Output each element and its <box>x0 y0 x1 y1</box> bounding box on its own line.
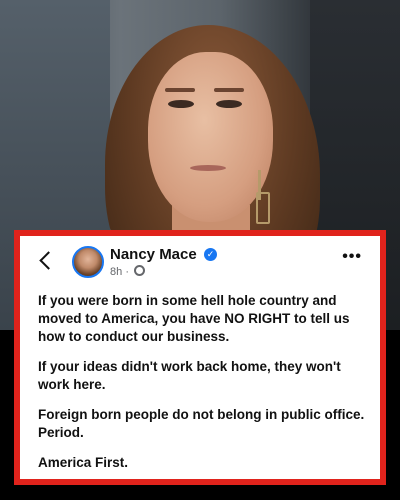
post-card: Nancy Mace ✓ 8h · ••• If you were born i… <box>14 230 386 485</box>
post-paragraph: America First. <box>38 455 129 470</box>
cross-earring-icon <box>256 192 270 224</box>
post-paragraph: Foreign born people do not belong in pub… <box>38 407 365 440</box>
photo-mouth <box>190 165 226 171</box>
photo-face <box>148 52 273 222</box>
more-options-icon[interactable]: ••• <box>342 248 362 266</box>
photo-brow-right <box>214 88 244 92</box>
post-time[interactable]: 8h <box>110 266 122 278</box>
verified-badge-icon: ✓ <box>204 248 217 261</box>
photo-eye-right <box>216 100 242 108</box>
post-body: If you were born in some hell hole count… <box>38 292 366 484</box>
public-audience-icon[interactable] <box>134 265 146 276</box>
post-header: Nancy Mace ✓ 8h · ••• <box>20 236 380 282</box>
author-name[interactable]: Nancy Mace <box>110 246 197 263</box>
photo-eye-left <box>168 100 194 108</box>
meta-separator: · <box>125 266 129 278</box>
back-arrow-icon[interactable] <box>39 251 58 270</box>
photo-brow-left <box>165 88 195 92</box>
post-meta: 8h · <box>110 265 146 278</box>
avatar[interactable] <box>72 246 104 278</box>
post-paragraph: If you were born in some hell hole count… <box>38 293 350 344</box>
post-paragraph: If your ideas didn't work back home, the… <box>38 359 341 392</box>
